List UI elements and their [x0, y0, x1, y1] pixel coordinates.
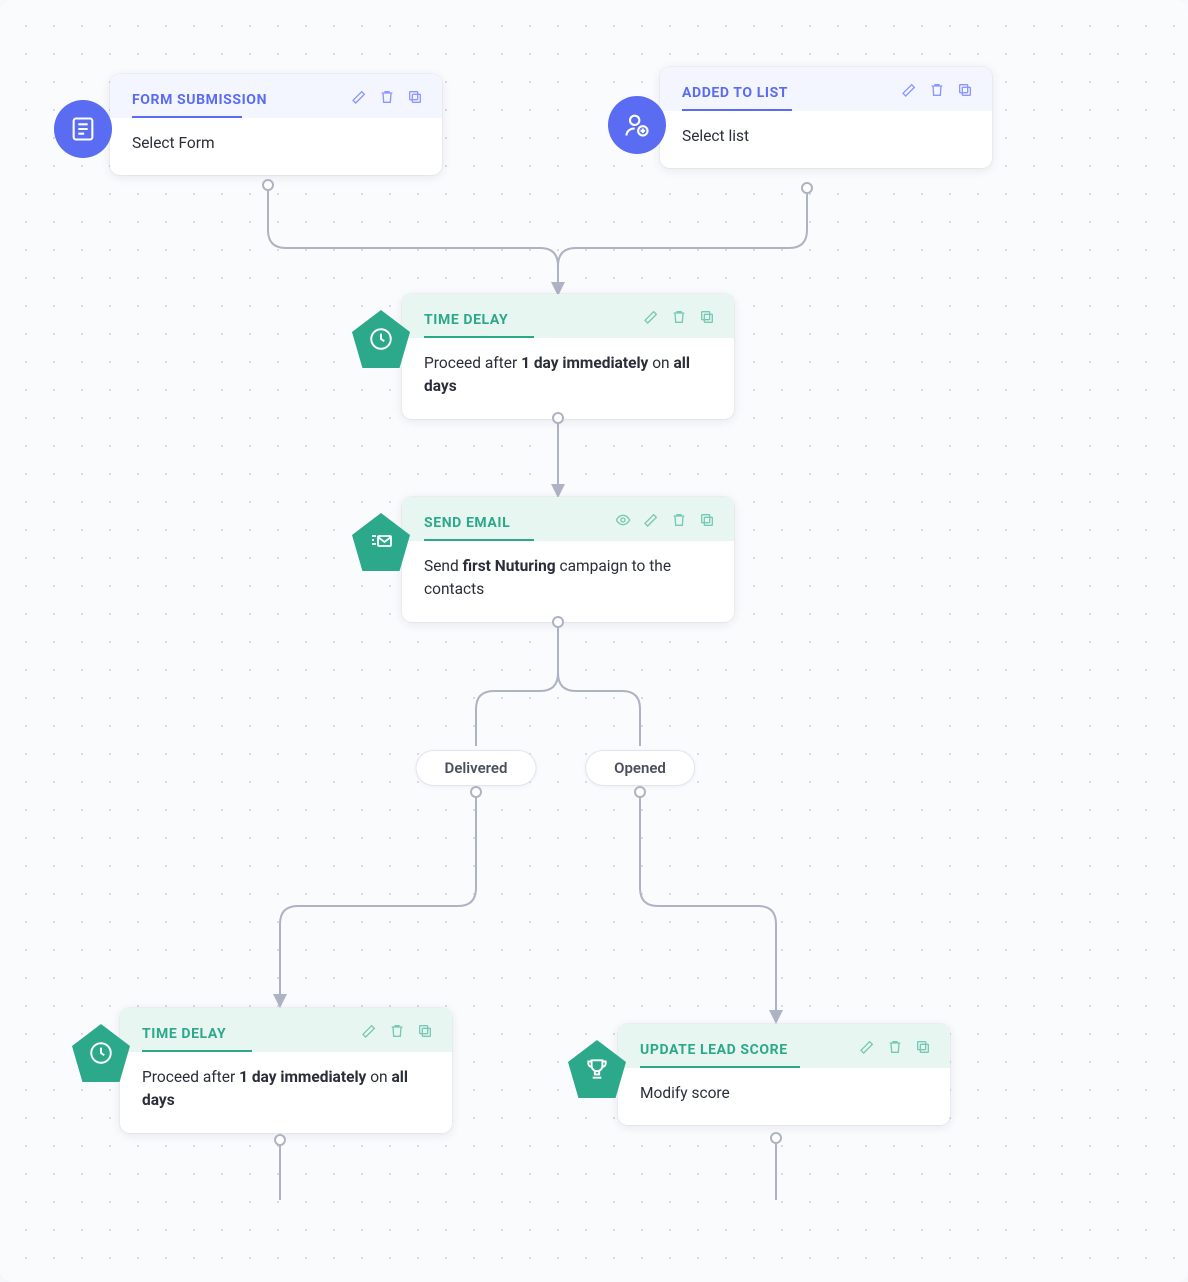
edit-icon[interactable] [360, 1022, 378, 1040]
user-add-icon [608, 96, 666, 154]
port-out[interactable] [274, 1134, 286, 1146]
node-send-email[interactable]: SEND EMAIL Send first Nuturing campaign … [402, 497, 734, 622]
branch-opened[interactable]: Opened [585, 750, 695, 786]
copy-icon[interactable] [914, 1038, 932, 1056]
node-body: Select Form [132, 118, 420, 155]
eye-icon[interactable] [614, 511, 632, 529]
copy-icon[interactable] [956, 81, 974, 99]
node-added-to-list[interactable]: ADDED TO LIST Select list [660, 67, 992, 168]
port-out[interactable] [262, 179, 274, 191]
node-body: Proceed after 1 day immediately on all d… [142, 1052, 430, 1113]
trash-icon[interactable] [670, 511, 688, 529]
branch-delivered[interactable]: Delivered [416, 750, 537, 786]
edit-icon[interactable] [350, 88, 368, 106]
edit-icon[interactable] [642, 308, 660, 326]
node-body: Modify score [640, 1068, 928, 1105]
port-out[interactable] [470, 786, 482, 798]
node-time-delay[interactable]: TIME DELAY Proceed after 1 day immediate… [402, 294, 734, 419]
port-out[interactable] [552, 412, 564, 424]
trash-icon[interactable] [388, 1022, 406, 1040]
trash-icon[interactable] [670, 308, 688, 326]
node-form-submission[interactable]: FORM SUBMISSION Select Form [110, 74, 442, 175]
port-out[interactable] [801, 182, 813, 194]
edit-icon[interactable] [858, 1038, 876, 1056]
edit-icon[interactable] [900, 81, 918, 99]
copy-icon[interactable] [698, 308, 716, 326]
workflow-canvas[interactable]: FORM SUBMISSION Select Form ADDED TO LIS… [0, 0, 1188, 1282]
copy-icon[interactable] [406, 88, 424, 106]
node-body: Select list [682, 111, 970, 148]
node-body: Send first Nuturing campaign to the cont… [424, 541, 712, 602]
trash-icon[interactable] [886, 1038, 904, 1056]
node-update-lead-score[interactable]: UPDATE LEAD SCORE Modify score [618, 1024, 950, 1125]
copy-icon[interactable] [416, 1022, 434, 1040]
trash-icon[interactable] [928, 81, 946, 99]
node-time-delay[interactable]: TIME DELAY Proceed after 1 day immediate… [120, 1008, 452, 1133]
node-body: Proceed after 1 day immediately on all d… [424, 338, 712, 399]
edit-icon[interactable] [642, 511, 660, 529]
copy-icon[interactable] [698, 511, 716, 529]
form-icon [54, 100, 112, 158]
port-out[interactable] [634, 786, 646, 798]
port-out[interactable] [552, 616, 564, 628]
port-out[interactable] [770, 1132, 782, 1144]
trash-icon[interactable] [378, 88, 396, 106]
